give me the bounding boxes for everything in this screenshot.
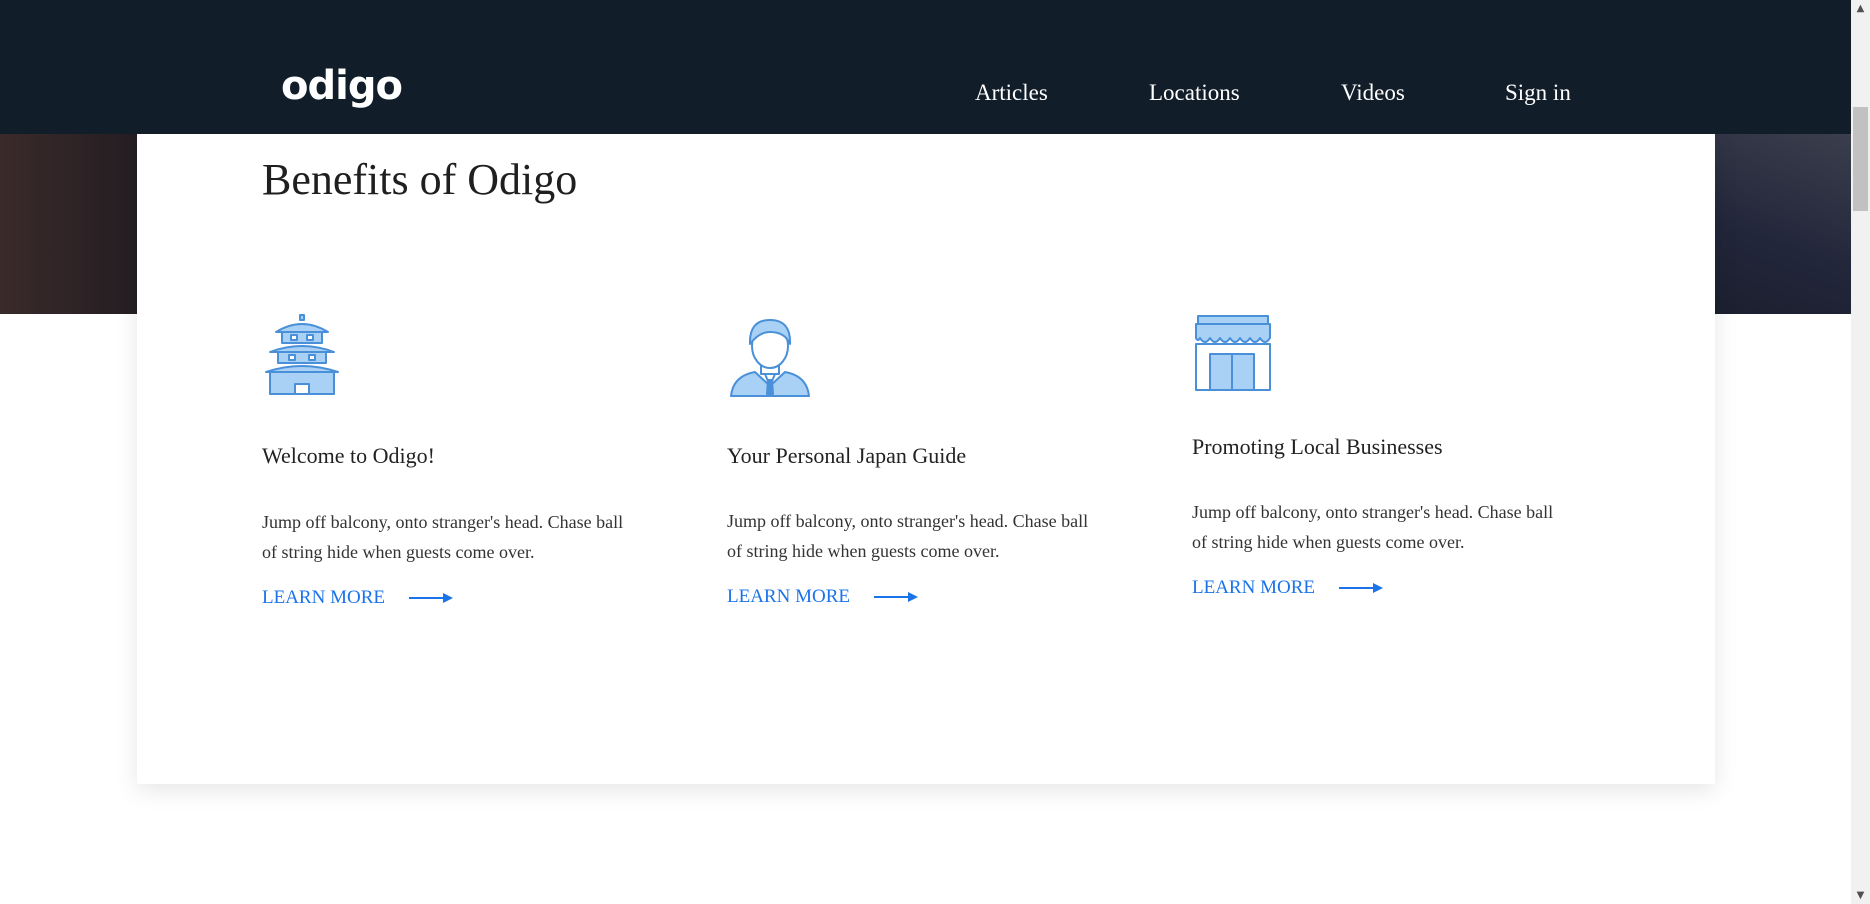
pagoda-icon [265, 314, 339, 395]
nav-signin-link[interactable]: Sign in [1505, 78, 1571, 108]
learn-more-link[interactable]: LEARN MORE [727, 584, 918, 610]
feature-title: Welcome to Odigo! [262, 443, 435, 468]
scroll-up-arrow-icon[interactable]: ▲ [1851, 0, 1870, 17]
learn-more-link[interactable]: LEARN MORE [262, 585, 453, 611]
learn-more-label: LEARN MORE [1192, 577, 1315, 598]
vertical-scrollbar[interactable]: ▲ ▼ [1851, 0, 1870, 904]
top-navbar: odigo Articles Locations Videos Sign in [0, 0, 1851, 134]
feature-local-businesses: Promoting Local Businesses Jump off balc… [1192, 314, 1592, 598]
learn-more-label: LEARN MORE [727, 586, 850, 607]
site-logo[interactable]: odigo [281, 62, 403, 110]
feature-japan-guide: Your Personal Japan Guide Jump off balco… [727, 314, 1127, 607]
hero-image-left [0, 134, 140, 314]
benefits-card: Benefits of Odigo Welcome to Odigo! Jump… [137, 134, 1715, 784]
nav-locations-link[interactable]: Locations [1149, 78, 1240, 108]
guide-person-icon [730, 319, 810, 397]
feature-description: Jump off balcony, onto stranger's head. … [1192, 502, 1554, 552]
learn-more-link[interactable]: LEARN MORE [1192, 575, 1383, 601]
arrow-right-icon [408, 593, 453, 603]
scrollbar-thumb[interactable] [1853, 107, 1868, 211]
scroll-down-arrow-icon[interactable]: ▼ [1851, 887, 1870, 904]
nav-videos-link[interactable]: Videos [1341, 78, 1405, 108]
hero-image-right [1711, 134, 1851, 314]
feature-welcome: Welcome to Odigo! Jump off balcony, onto… [262, 314, 662, 608]
learn-more-label: LEARN MORE [262, 587, 385, 608]
storefront-icon [1195, 315, 1271, 391]
feature-description: Jump off balcony, onto stranger's head. … [727, 511, 1089, 561]
page-viewport: odigo Articles Locations Videos Sign in … [0, 0, 1870, 904]
feature-title: Promoting Local Businesses [1192, 434, 1443, 459]
section-title: Benefits of Odigo [262, 155, 578, 204]
arrow-right-icon [1338, 583, 1383, 593]
nav-articles-link[interactable]: Articles [975, 78, 1048, 108]
feature-description: Jump off balcony, onto stranger's head. … [262, 512, 624, 562]
arrow-right-icon [873, 592, 918, 602]
feature-title: Your Personal Japan Guide [727, 443, 967, 468]
